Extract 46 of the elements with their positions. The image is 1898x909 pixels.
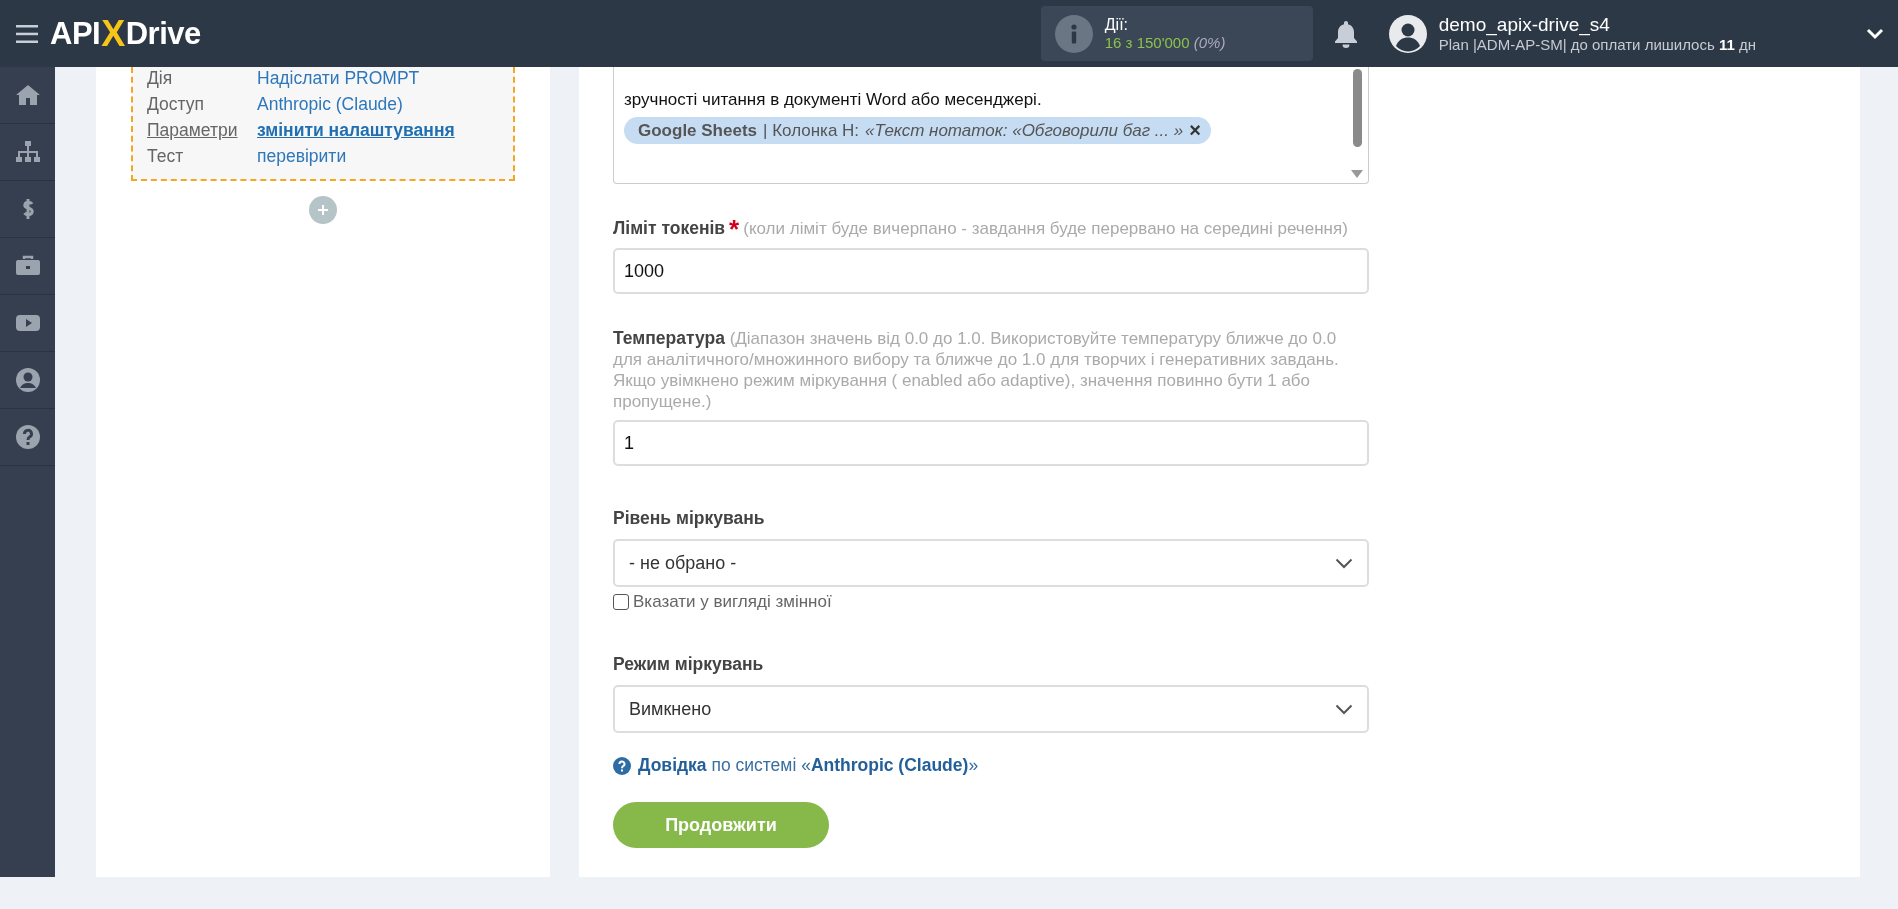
summary-link[interactable]: Надіслати PROMPT — [257, 68, 499, 89]
info-icon — [1054, 14, 1093, 53]
required-mark: * — [729, 214, 740, 244]
bell-icon[interactable] — [1332, 19, 1359, 48]
field-label: Температура (Діапазон значень від 0.0 до 1.0. Використовуйте температуру ближче до 0.0 для аналітичного/множинного вибору та ближче до 1.0 для творчих і генеративних завдань. Якщо увімкнено режим міркування ( enabled або adaptive), значення повинно бути 1 або пропущене.) — [613, 329, 1339, 411]
tag-source: Google Sheets — [638, 120, 758, 142]
checkbox-label: Вказати у вигляді змінної — [633, 592, 832, 612]
help-icon[interactable] — [14, 424, 41, 450]
summary-link[interactable]: змінити налаштування — [257, 120, 499, 141]
dropdown[interactable]: Вимкнено — [613, 685, 1369, 733]
sitemap-icon[interactable] — [14, 139, 41, 165]
field-label: Режим міркувань — [613, 654, 764, 674]
prompt-text: зручності читання в документі Word або месенджері. — [624, 89, 1043, 111]
summary-label: Дія — [147, 68, 174, 89]
remove-tag-button[interactable]: × — [1189, 119, 1201, 142]
actions-count: 16 з 150'000 (0%) — [1104, 34, 1226, 51]
avatar-icon[interactable] — [1388, 14, 1427, 53]
logo[interactable]: APIXDrive — [50, 12, 201, 55]
input-field[interactable]: 1 — [613, 420, 1369, 466]
summary-link[interactable]: Anthropic (Claude) — [257, 94, 499, 115]
caret-icon — [1335, 557, 1353, 569]
actions-label: Дії: — [1104, 16, 1129, 34]
dropdown[interactable]: - не обрано - — [613, 539, 1369, 587]
summary-label: Доступ — [147, 94, 205, 115]
summary-label: Тест — [147, 146, 185, 167]
tag-value: «Текст нотаток: «Обговорили баг ... » — [865, 120, 1184, 142]
checkbox[interactable] — [613, 594, 629, 610]
user-icon[interactable] — [14, 367, 41, 393]
help-link[interactable]: Довідка по системі «Anthropic (Claude)» — [638, 755, 979, 776]
field-label: Ліміт токенів — [613, 218, 726, 238]
home-icon[interactable] — [14, 82, 41, 108]
field-hint: (коли ліміт буде вичерпано - завдання буде перервано на середині речення) — [743, 219, 1348, 238]
caret-icon — [1335, 703, 1353, 715]
scrollbar-thumb[interactable] — [1353, 69, 1362, 147]
summary-label: Параметри — [147, 120, 239, 141]
summary-link[interactable]: перевірити — [257, 146, 499, 167]
field-label: Рівень міркувань — [613, 508, 765, 528]
plan-info: Plan |ADM-AP-SM| до оплати лишилось 11 дн — [1438, 36, 1756, 53]
tag-column: | Колонка H: — [763, 117, 860, 144]
scroll-down-icon[interactable] — [1351, 170, 1363, 178]
chevron-down-icon[interactable] — [1866, 27, 1884, 40]
help-icon — [613, 756, 631, 775]
input-field[interactable]: 1000 — [613, 248, 1369, 294]
menu-icon[interactable] — [16, 24, 38, 43]
prompt-field[interactable]: зручності читання в документі Word або месенджері. Google Sheets | Колонка H: «Текст нотаток: «Обговорили баг ... » × — [613, 67, 1369, 184]
user-name: demo_apix-drive_s4 — [1438, 14, 1611, 36]
